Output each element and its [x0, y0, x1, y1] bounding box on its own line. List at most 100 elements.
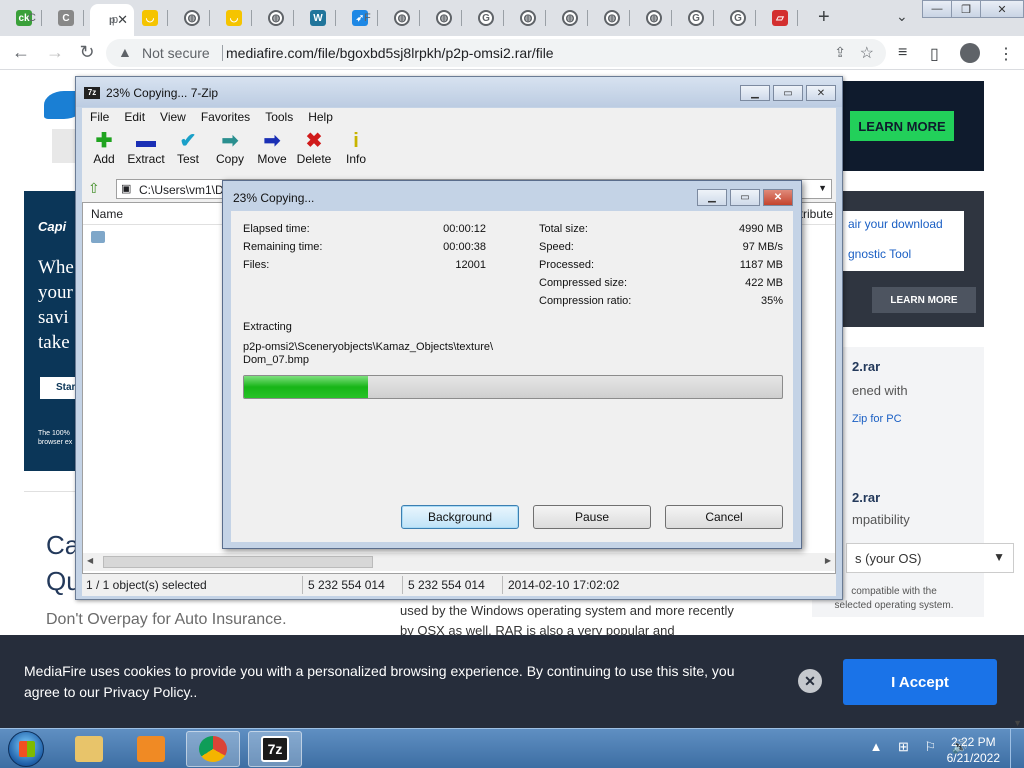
minimize-button[interactable]: ▁: [740, 85, 770, 101]
page-scrollbar[interactable]: ▼: [1010, 71, 1024, 728]
new-tab-button[interactable]: +: [818, 6, 830, 29]
browser-tab[interactable]: ▱: [762, 6, 798, 30]
warning-icon[interactable]: ▲: [118, 44, 132, 60]
chevron-down-icon[interactable]: ▼: [818, 183, 827, 193]
browser-tab[interactable]: G: [678, 6, 714, 30]
taskbar-item[interactable]: [62, 731, 116, 767]
browser-tab[interactable]: ◍: [636, 6, 672, 30]
learn-more-dark-button[interactable]: LEARN MORE: [872, 287, 976, 313]
close-icon[interactable]: ✕: [798, 669, 822, 693]
close-button[interactable]: ✕: [763, 189, 793, 206]
info-button[interactable]: i Info: [334, 130, 378, 166]
background-button[interactable]: Background: [401, 505, 519, 529]
browser-tab[interactable]: ➶ F: [342, 6, 378, 30]
close-button[interactable]: ✕: [806, 85, 836, 101]
menu-kebab-icon[interactable]: ⋮: [998, 44, 1014, 64]
pause-button[interactable]: Pause: [533, 505, 651, 529]
tab-search-icon[interactable]: ⌄: [896, 8, 908, 25]
side-panel-icon[interactable]: ▯: [930, 44, 939, 64]
browser-tab[interactable]: ◍: [258, 6, 294, 30]
window-controls: — ❐ ✕: [922, 0, 1024, 18]
menu-help[interactable]: Help: [300, 108, 340, 124]
taskbar-item[interactable]: [124, 731, 178, 767]
profile-avatar[interactable]: [960, 43, 980, 63]
tool-label: Delete: [296, 152, 332, 166]
browser-tab[interactable]: G: [468, 6, 504, 30]
move-button[interactable]: ➡ Move: [250, 130, 294, 166]
copy-button[interactable]: ➡ Copy: [208, 130, 252, 166]
delete-button[interactable]: ✖ Delete: [292, 130, 336, 166]
taskbar-item[interactable]: 7z: [248, 731, 302, 767]
menu-favorites[interactable]: Favorites: [193, 108, 257, 124]
browser-tab[interactable]: ◡: [132, 6, 168, 30]
os-select[interactable]: s (your OS) ▼: [846, 543, 1014, 573]
scroll-right-icon[interactable]: ▶: [825, 556, 831, 565]
repair-tool-card: air your download gnostic Tool LEARN MOR…: [838, 191, 984, 327]
not-secure-label[interactable]: Not secure: [142, 45, 210, 61]
globe-icon: ◍: [562, 10, 578, 26]
close-window-button[interactable]: ✕: [980, 0, 1024, 18]
accept-cookies-button[interactable]: I Accept: [843, 659, 997, 705]
stat-value: 4990 MB: [738, 223, 783, 235]
menu-tools[interactable]: Tools: [257, 108, 300, 124]
maximize-button[interactable]: ❐: [951, 0, 981, 18]
minimize-button[interactable]: —: [922, 0, 952, 18]
7zip-titlebar[interactable]: 7z 23% Copying... 7-Zip ▁ ▭ ✕: [76, 77, 842, 107]
cancel-button[interactable]: Cancel: [665, 505, 783, 529]
status-separator: [302, 576, 303, 594]
stat-value: 00:00:38: [443, 241, 486, 253]
test-button[interactable]: ✔ Test: [166, 130, 210, 166]
back-icon[interactable]: ←: [10, 42, 32, 63]
scroll-left-icon[interactable]: ◀: [87, 556, 93, 565]
browser-tab[interactable]: G: [720, 6, 756, 30]
browser-tab[interactable]: p p ✕: [90, 4, 134, 36]
clock-date: 6/21/2022: [946, 751, 1000, 765]
folder-up-icon[interactable]: ⇧: [88, 180, 106, 198]
browser-tab[interactable]: ◍: [510, 6, 546, 30]
browser-tab[interactable]: C: [48, 6, 84, 30]
7zip-logo-icon: 7z: [84, 87, 100, 99]
scroll-thumb[interactable]: [103, 556, 373, 568]
browser-tab[interactable]: ◍: [384, 6, 420, 30]
tab-close-icon[interactable]: ✕: [117, 12, 128, 28]
reload-icon[interactable]: ↻: [76, 42, 98, 63]
forward-icon[interactable]: →: [44, 42, 66, 63]
share-icon[interactable]: ⇪: [834, 44, 846, 61]
menu-file[interactable]: File: [82, 108, 116, 124]
url-text[interactable]: mediafire.com/file/bgoxbd5sj8lrpkh/p2p-o…: [226, 45, 554, 61]
7zip-link[interactable]: Zip for PC: [852, 413, 902, 425]
add-button[interactable]: ✚ Add: [82, 130, 126, 166]
diagnostic-tool-link[interactable]: gnostic Tool: [848, 247, 911, 261]
taskbar-item[interactable]: [186, 731, 240, 767]
browser-tab[interactable]: ◍: [594, 6, 630, 30]
minimize-button[interactable]: ▁: [697, 189, 727, 206]
stat-value: 00:00:12: [443, 223, 486, 235]
browser-tab[interactable]: ◍: [426, 6, 462, 30]
show-desktop-button[interactable]: [1010, 729, 1024, 768]
globe-icon: ◍: [184, 10, 200, 26]
menu-view[interactable]: View: [152, 108, 193, 124]
menu-edit[interactable]: Edit: [116, 108, 152, 124]
extract-button[interactable]: ▬ Extract: [124, 130, 168, 166]
browser-tab[interactable]: ck C: [6, 6, 42, 30]
browser-tab[interactable]: ◍: [174, 6, 210, 30]
media-control-icon[interactable]: ≡: [898, 44, 907, 62]
scroll-down-icon[interactable]: ▼: [1013, 718, 1022, 728]
maximize-button[interactable]: ▭: [773, 85, 803, 101]
learn-more-button[interactable]: LEARN MORE: [850, 111, 954, 141]
horizontal-scrollbar[interactable]: ◀ ▶: [83, 553, 835, 571]
column-name[interactable]: Name: [91, 207, 123, 221]
address-bar[interactable]: ▲ Not secure mediafire.com/file/bgoxbd5s…: [106, 39, 886, 67]
tab-separator: [461, 10, 462, 26]
bookmark-star-icon[interactable]: ☆: [860, 43, 874, 63]
folder-icon[interactable]: [91, 231, 105, 243]
browser-tab[interactable]: ◡: [216, 6, 252, 30]
maximize-button[interactable]: ▭: [730, 189, 760, 206]
repair-download-link[interactable]: air your download: [848, 217, 943, 231]
dialog-body: Extracting p2p-omsi2\Sceneryobjects\Kama…: [231, 211, 793, 542]
clock[interactable]: 2:22 PM 6/21/2022: [947, 734, 1000, 766]
cookie-banner: MediaFire uses cookies to provide you wi…: [0, 635, 1024, 728]
browser-tab[interactable]: ◍: [552, 6, 588, 30]
start-button[interactable]: [8, 731, 44, 767]
browser-tab[interactable]: W: [300, 6, 336, 30]
